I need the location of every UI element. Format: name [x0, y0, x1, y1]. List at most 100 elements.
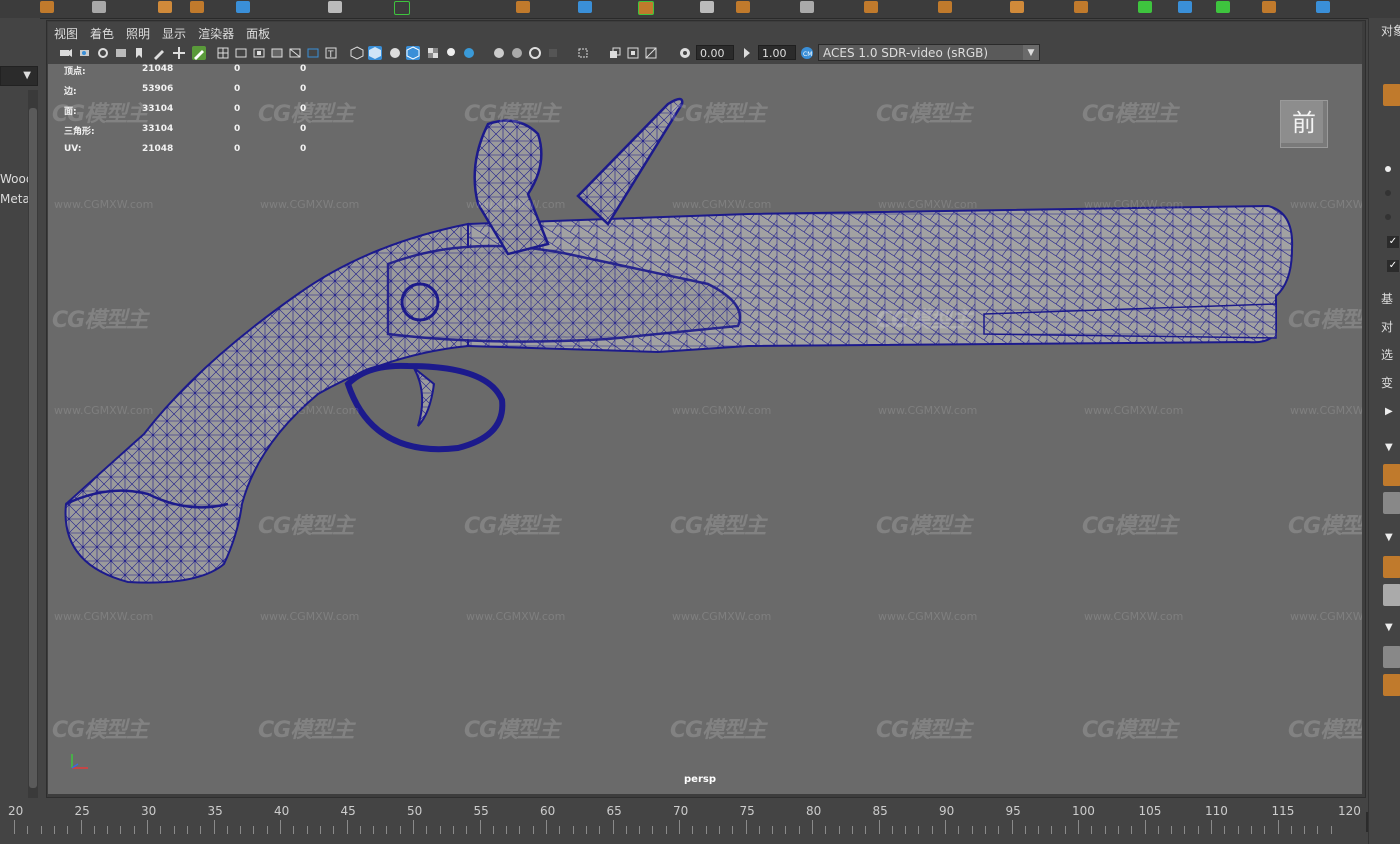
material-icon[interactable] [1383, 464, 1400, 486]
play-icon[interactable]: ▶ [1385, 406, 1393, 417]
safe-action-icon[interactable] [306, 46, 320, 60]
motion-blur-icon[interactable] [510, 46, 524, 60]
shelf-icon[interactable] [394, 1, 410, 15]
timeline-tick [519, 826, 521, 834]
menu-shading[interactable]: 着色 [84, 22, 120, 42]
menu-renderer[interactable]: 渲染器 [192, 22, 240, 42]
chevron-down-icon[interactable]: ▼ [1385, 442, 1393, 453]
wireframe-on-shaded-icon[interactable] [406, 46, 420, 60]
menu-lighting[interactable]: 照明 [120, 22, 156, 42]
lights-icon[interactable] [444, 46, 458, 60]
shelf-icon[interactable] [638, 1, 654, 15]
timeline-tick-label: 85 [872, 804, 888, 818]
outliner-scrollbar[interactable] [28, 90, 38, 802]
viewport-scene[interactable]: 顶点: 21048 0 0 边: 53906 0 0 面: 33104 0 0 三角形: 33104… [48, 64, 1362, 794]
timeline-tick [851, 826, 853, 834]
time-slider[interactable]: 20 25 30 35 40 45 50 55 60 65 70 75 80 85 90 95 100 105 11… [0, 798, 1368, 844]
chevron-down-icon[interactable]: ▼ [1385, 532, 1393, 543]
menu-show[interactable]: 显示 [156, 22, 192, 42]
gamma-field[interactable]: 1.00 [758, 45, 796, 60]
shelf-icon[interactable] [1010, 1, 1024, 13]
radio-button[interactable] [1385, 214, 1391, 220]
grid-icon[interactable] [216, 46, 230, 60]
timeline-tick [718, 826, 720, 834]
wireframe-icon[interactable] [350, 46, 364, 60]
timeline-tick [426, 826, 428, 834]
object-type-icon[interactable] [1383, 84, 1400, 106]
color-management-icon[interactable]: CM [800, 46, 814, 60]
shelf-icon[interactable] [1074, 1, 1088, 13]
bookmark-icon[interactable] [132, 46, 146, 60]
shelf-icon[interactable] [328, 1, 342, 13]
shelf-icon[interactable] [736, 1, 750, 13]
camera-attributes-icon[interactable] [78, 46, 92, 60]
checkbox[interactable]: ✓ [1387, 236, 1399, 248]
shelf-icon[interactable] [1216, 1, 1230, 13]
radio-button[interactable] [1385, 166, 1391, 172]
bookmark-camera-icon[interactable] [96, 46, 110, 60]
grease-pencil-icon[interactable] [152, 46, 166, 60]
backface-culling-icon[interactable] [644, 46, 658, 60]
shelf-icon[interactable] [40, 1, 54, 13]
gate-mask-icon[interactable] [270, 46, 284, 60]
depth-of-field-icon[interactable] [546, 46, 560, 60]
exposure-icon[interactable] [678, 46, 692, 60]
ambient-occlusion-icon[interactable] [492, 46, 506, 60]
radio-button[interactable] [1385, 190, 1391, 196]
resolution-gate-icon[interactable] [252, 46, 266, 60]
safe-title-icon[interactable]: T [324, 46, 338, 60]
shelf-icon[interactable] [700, 1, 714, 13]
menu-panels[interactable]: 面板 [240, 22, 276, 42]
outliner-dropdown[interactable]: ▼ [0, 66, 38, 86]
shelf-icon[interactable] [1262, 1, 1276, 13]
chevron-down-icon[interactable]: ▼ [1385, 622, 1393, 633]
shelf-icon[interactable] [864, 1, 878, 13]
scrollbar-thumb[interactable] [29, 108, 37, 788]
camera-select-icon[interactable] [58, 46, 72, 60]
shelf-icon[interactable] [158, 1, 172, 13]
timeline-tick [984, 826, 986, 834]
textured-icon[interactable] [426, 46, 440, 60]
grid-object-icon[interactable] [1383, 492, 1400, 514]
view-transform-select[interactable]: ACES 1.0 SDR-video (sRGB) ▼ [818, 44, 1040, 61]
checkbox[interactable]: ✓ [1387, 260, 1399, 272]
image-plane-icon[interactable] [114, 46, 128, 60]
shelf-icon[interactable] [800, 1, 814, 13]
edit-icon[interactable] [1383, 646, 1400, 668]
2d-pan-zoom-icon[interactable] [172, 46, 186, 60]
default-material-icon[interactable] [388, 46, 402, 60]
shelf-icon[interactable] [1138, 1, 1152, 13]
xray-joints-icon[interactable] [626, 46, 640, 60]
gamma-icon[interactable] [740, 46, 754, 60]
shelf-icon[interactable] [1178, 1, 1192, 13]
shelf-icon[interactable] [1316, 1, 1330, 13]
cube-icon[interactable] [1383, 556, 1400, 578]
timeline-tick [639, 826, 641, 834]
watermark-url: www.CGMXW.com [466, 198, 566, 211]
antialiasing-icon[interactable] [528, 46, 542, 60]
film-gate-icon[interactable] [234, 46, 248, 60]
box-icon[interactable] [1383, 674, 1400, 696]
timeline-tick [918, 826, 920, 834]
shelf-icon[interactable] [92, 1, 106, 13]
timeline-tick-label: 75 [739, 804, 755, 818]
shelf-icon[interactable] [190, 1, 204, 13]
view-cube[interactable]: 前 [1280, 100, 1328, 148]
menu-view[interactable]: 视图 [48, 22, 84, 42]
pencil-icon[interactable] [192, 46, 206, 60]
layers-icon[interactable] [1383, 584, 1400, 606]
shelf-icon[interactable] [578, 1, 592, 13]
exposure-field[interactable]: 0.00 [696, 45, 734, 60]
shadows-icon[interactable] [462, 46, 476, 60]
outliner-item[interactable]: Meta [0, 192, 30, 206]
watermark-url: www.CGMXW.com [878, 198, 978, 211]
xray-icon[interactable] [608, 46, 622, 60]
field-chart-icon[interactable] [288, 46, 302, 60]
timeline-tick-label: 50 [407, 804, 423, 818]
shelf-icon[interactable] [516, 1, 530, 13]
isolate-select-icon[interactable] [576, 46, 590, 60]
shelf-icon[interactable] [938, 1, 952, 13]
pistol-model[interactable] [48, 64, 1362, 794]
shelf-icon[interactable] [236, 1, 250, 13]
smooth-shade-icon[interactable] [368, 46, 382, 60]
